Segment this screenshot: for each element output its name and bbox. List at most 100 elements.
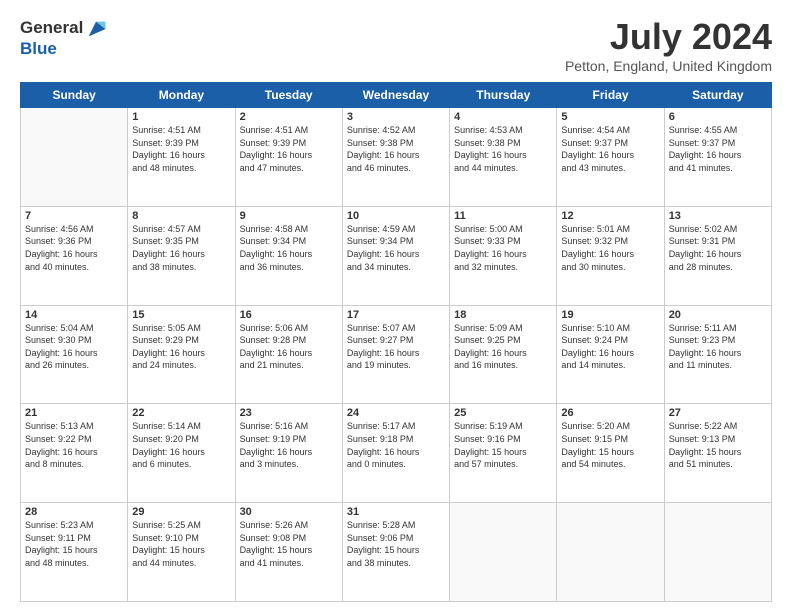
day-number: 9 — [240, 210, 338, 222]
calendar-header-row: Sunday Monday Tuesday Wednesday Thursday… — [21, 83, 772, 108]
day-number: 23 — [240, 407, 338, 419]
day-number: 19 — [561, 309, 659, 321]
table-row — [450, 503, 557, 602]
day-number: 2 — [240, 111, 338, 123]
table-row: 18Sunrise: 5:09 AMSunset: 9:25 PMDayligh… — [450, 305, 557, 404]
day-info: Sunrise: 5:14 AMSunset: 9:20 PMDaylight:… — [132, 420, 230, 470]
table-row: 23Sunrise: 5:16 AMSunset: 9:19 PMDayligh… — [235, 404, 342, 503]
day-number: 7 — [25, 210, 123, 222]
logo: General Blue — [20, 16, 107, 59]
day-info: Sunrise: 4:51 AMSunset: 9:39 PMDaylight:… — [132, 124, 230, 174]
title-section: July 2024 Petton, England, United Kingdo… — [565, 16, 772, 74]
table-row: 31Sunrise: 5:28 AMSunset: 9:06 PMDayligh… — [342, 503, 449, 602]
logo-text: General Blue — [20, 16, 107, 59]
day-info: Sunrise: 5:07 AMSunset: 9:27 PMDaylight:… — [347, 322, 445, 372]
day-info: Sunrise: 5:09 AMSunset: 9:25 PMDaylight:… — [454, 322, 552, 372]
col-sunday: Sunday — [21, 83, 128, 108]
col-friday: Friday — [557, 83, 664, 108]
day-info: Sunrise: 5:06 AMSunset: 9:28 PMDaylight:… — [240, 322, 338, 372]
day-info: Sunrise: 4:52 AMSunset: 9:38 PMDaylight:… — [347, 124, 445, 174]
table-row: 13Sunrise: 5:02 AMSunset: 9:31 PMDayligh… — [664, 206, 771, 305]
day-info: Sunrise: 5:16 AMSunset: 9:19 PMDaylight:… — [240, 420, 338, 470]
table-row: 2Sunrise: 4:51 AMSunset: 9:39 PMDaylight… — [235, 108, 342, 207]
col-monday: Monday — [128, 83, 235, 108]
day-info: Sunrise: 5:13 AMSunset: 9:22 PMDaylight:… — [25, 420, 123, 470]
day-info: Sunrise: 5:11 AMSunset: 9:23 PMDaylight:… — [669, 322, 767, 372]
table-row: 6Sunrise: 4:55 AMSunset: 9:37 PMDaylight… — [664, 108, 771, 207]
day-info: Sunrise: 5:20 AMSunset: 9:15 PMDaylight:… — [561, 420, 659, 470]
table-row: 17Sunrise: 5:07 AMSunset: 9:27 PMDayligh… — [342, 305, 449, 404]
table-row: 4Sunrise: 4:53 AMSunset: 9:38 PMDaylight… — [450, 108, 557, 207]
calendar-week-2: 14Sunrise: 5:04 AMSunset: 9:30 PMDayligh… — [21, 305, 772, 404]
day-number: 16 — [240, 309, 338, 321]
day-info: Sunrise: 4:51 AMSunset: 9:39 PMDaylight:… — [240, 124, 338, 174]
day-info: Sunrise: 5:01 AMSunset: 9:32 PMDaylight:… — [561, 223, 659, 273]
table-row: 14Sunrise: 5:04 AMSunset: 9:30 PMDayligh… — [21, 305, 128, 404]
table-row: 26Sunrise: 5:20 AMSunset: 9:15 PMDayligh… — [557, 404, 664, 503]
calendar-week-4: 28Sunrise: 5:23 AMSunset: 9:11 PMDayligh… — [21, 503, 772, 602]
day-number: 11 — [454, 210, 552, 222]
table-row: 1Sunrise: 4:51 AMSunset: 9:39 PMDaylight… — [128, 108, 235, 207]
table-row: 3Sunrise: 4:52 AMSunset: 9:38 PMDaylight… — [342, 108, 449, 207]
day-info: Sunrise: 5:22 AMSunset: 9:13 PMDaylight:… — [669, 420, 767, 470]
table-row: 27Sunrise: 5:22 AMSunset: 9:13 PMDayligh… — [664, 404, 771, 503]
calendar-week-3: 21Sunrise: 5:13 AMSunset: 9:22 PMDayligh… — [21, 404, 772, 503]
day-info: Sunrise: 5:02 AMSunset: 9:31 PMDaylight:… — [669, 223, 767, 273]
day-info: Sunrise: 4:54 AMSunset: 9:37 PMDaylight:… — [561, 124, 659, 174]
day-number: 22 — [132, 407, 230, 419]
day-info: Sunrise: 5:28 AMSunset: 9:06 PMDaylight:… — [347, 519, 445, 569]
table-row: 24Sunrise: 5:17 AMSunset: 9:18 PMDayligh… — [342, 404, 449, 503]
day-info: Sunrise: 4:59 AMSunset: 9:34 PMDaylight:… — [347, 223, 445, 273]
table-row: 16Sunrise: 5:06 AMSunset: 9:28 PMDayligh… — [235, 305, 342, 404]
location: Petton, England, United Kingdom — [565, 58, 772, 74]
day-info: Sunrise: 5:00 AMSunset: 9:33 PMDaylight:… — [454, 223, 552, 273]
table-row: 12Sunrise: 5:01 AMSunset: 9:32 PMDayligh… — [557, 206, 664, 305]
day-number: 3 — [347, 111, 445, 123]
calendar-week-0: 1Sunrise: 4:51 AMSunset: 9:39 PMDaylight… — [21, 108, 772, 207]
day-number: 8 — [132, 210, 230, 222]
day-number: 1 — [132, 111, 230, 123]
table-row: 25Sunrise: 5:19 AMSunset: 9:16 PMDayligh… — [450, 404, 557, 503]
day-number: 14 — [25, 309, 123, 321]
table-row: 30Sunrise: 5:26 AMSunset: 9:08 PMDayligh… — [235, 503, 342, 602]
day-number: 15 — [132, 309, 230, 321]
logo-icon — [85, 18, 107, 40]
calendar-body: 1Sunrise: 4:51 AMSunset: 9:39 PMDaylight… — [21, 108, 772, 602]
table-row — [557, 503, 664, 602]
table-row: 20Sunrise: 5:11 AMSunset: 9:23 PMDayligh… — [664, 305, 771, 404]
calendar-table: Sunday Monday Tuesday Wednesday Thursday… — [20, 82, 772, 602]
table-row — [21, 108, 128, 207]
table-row: 10Sunrise: 4:59 AMSunset: 9:34 PMDayligh… — [342, 206, 449, 305]
table-row: 8Sunrise: 4:57 AMSunset: 9:35 PMDaylight… — [128, 206, 235, 305]
table-row: 28Sunrise: 5:23 AMSunset: 9:11 PMDayligh… — [21, 503, 128, 602]
table-row: 7Sunrise: 4:56 AMSunset: 9:36 PMDaylight… — [21, 206, 128, 305]
day-number: 10 — [347, 210, 445, 222]
table-row: 11Sunrise: 5:00 AMSunset: 9:33 PMDayligh… — [450, 206, 557, 305]
day-info: Sunrise: 4:55 AMSunset: 9:37 PMDaylight:… — [669, 124, 767, 174]
day-number: 6 — [669, 111, 767, 123]
day-info: Sunrise: 5:25 AMSunset: 9:10 PMDaylight:… — [132, 519, 230, 569]
day-number: 28 — [25, 506, 123, 518]
day-info: Sunrise: 5:17 AMSunset: 9:18 PMDaylight:… — [347, 420, 445, 470]
col-saturday: Saturday — [664, 83, 771, 108]
day-number: 30 — [240, 506, 338, 518]
logo-blue: Blue — [20, 40, 107, 59]
day-number: 4 — [454, 111, 552, 123]
page: General Blue July 2024 Petton, England, … — [0, 0, 792, 612]
day-info: Sunrise: 4:58 AMSunset: 9:34 PMDaylight:… — [240, 223, 338, 273]
header: General Blue July 2024 Petton, England, … — [20, 16, 772, 74]
day-info: Sunrise: 4:56 AMSunset: 9:36 PMDaylight:… — [25, 223, 123, 273]
table-row: 9Sunrise: 4:58 AMSunset: 9:34 PMDaylight… — [235, 206, 342, 305]
day-number: 31 — [347, 506, 445, 518]
day-number: 26 — [561, 407, 659, 419]
day-number: 21 — [25, 407, 123, 419]
day-number: 12 — [561, 210, 659, 222]
day-number: 18 — [454, 309, 552, 321]
day-info: Sunrise: 4:53 AMSunset: 9:38 PMDaylight:… — [454, 124, 552, 174]
day-info: Sunrise: 5:26 AMSunset: 9:08 PMDaylight:… — [240, 519, 338, 569]
logo-general: General — [20, 19, 83, 38]
day-info: Sunrise: 4:57 AMSunset: 9:35 PMDaylight:… — [132, 223, 230, 273]
day-number: 17 — [347, 309, 445, 321]
day-number: 25 — [454, 407, 552, 419]
day-info: Sunrise: 5:05 AMSunset: 9:29 PMDaylight:… — [132, 322, 230, 372]
